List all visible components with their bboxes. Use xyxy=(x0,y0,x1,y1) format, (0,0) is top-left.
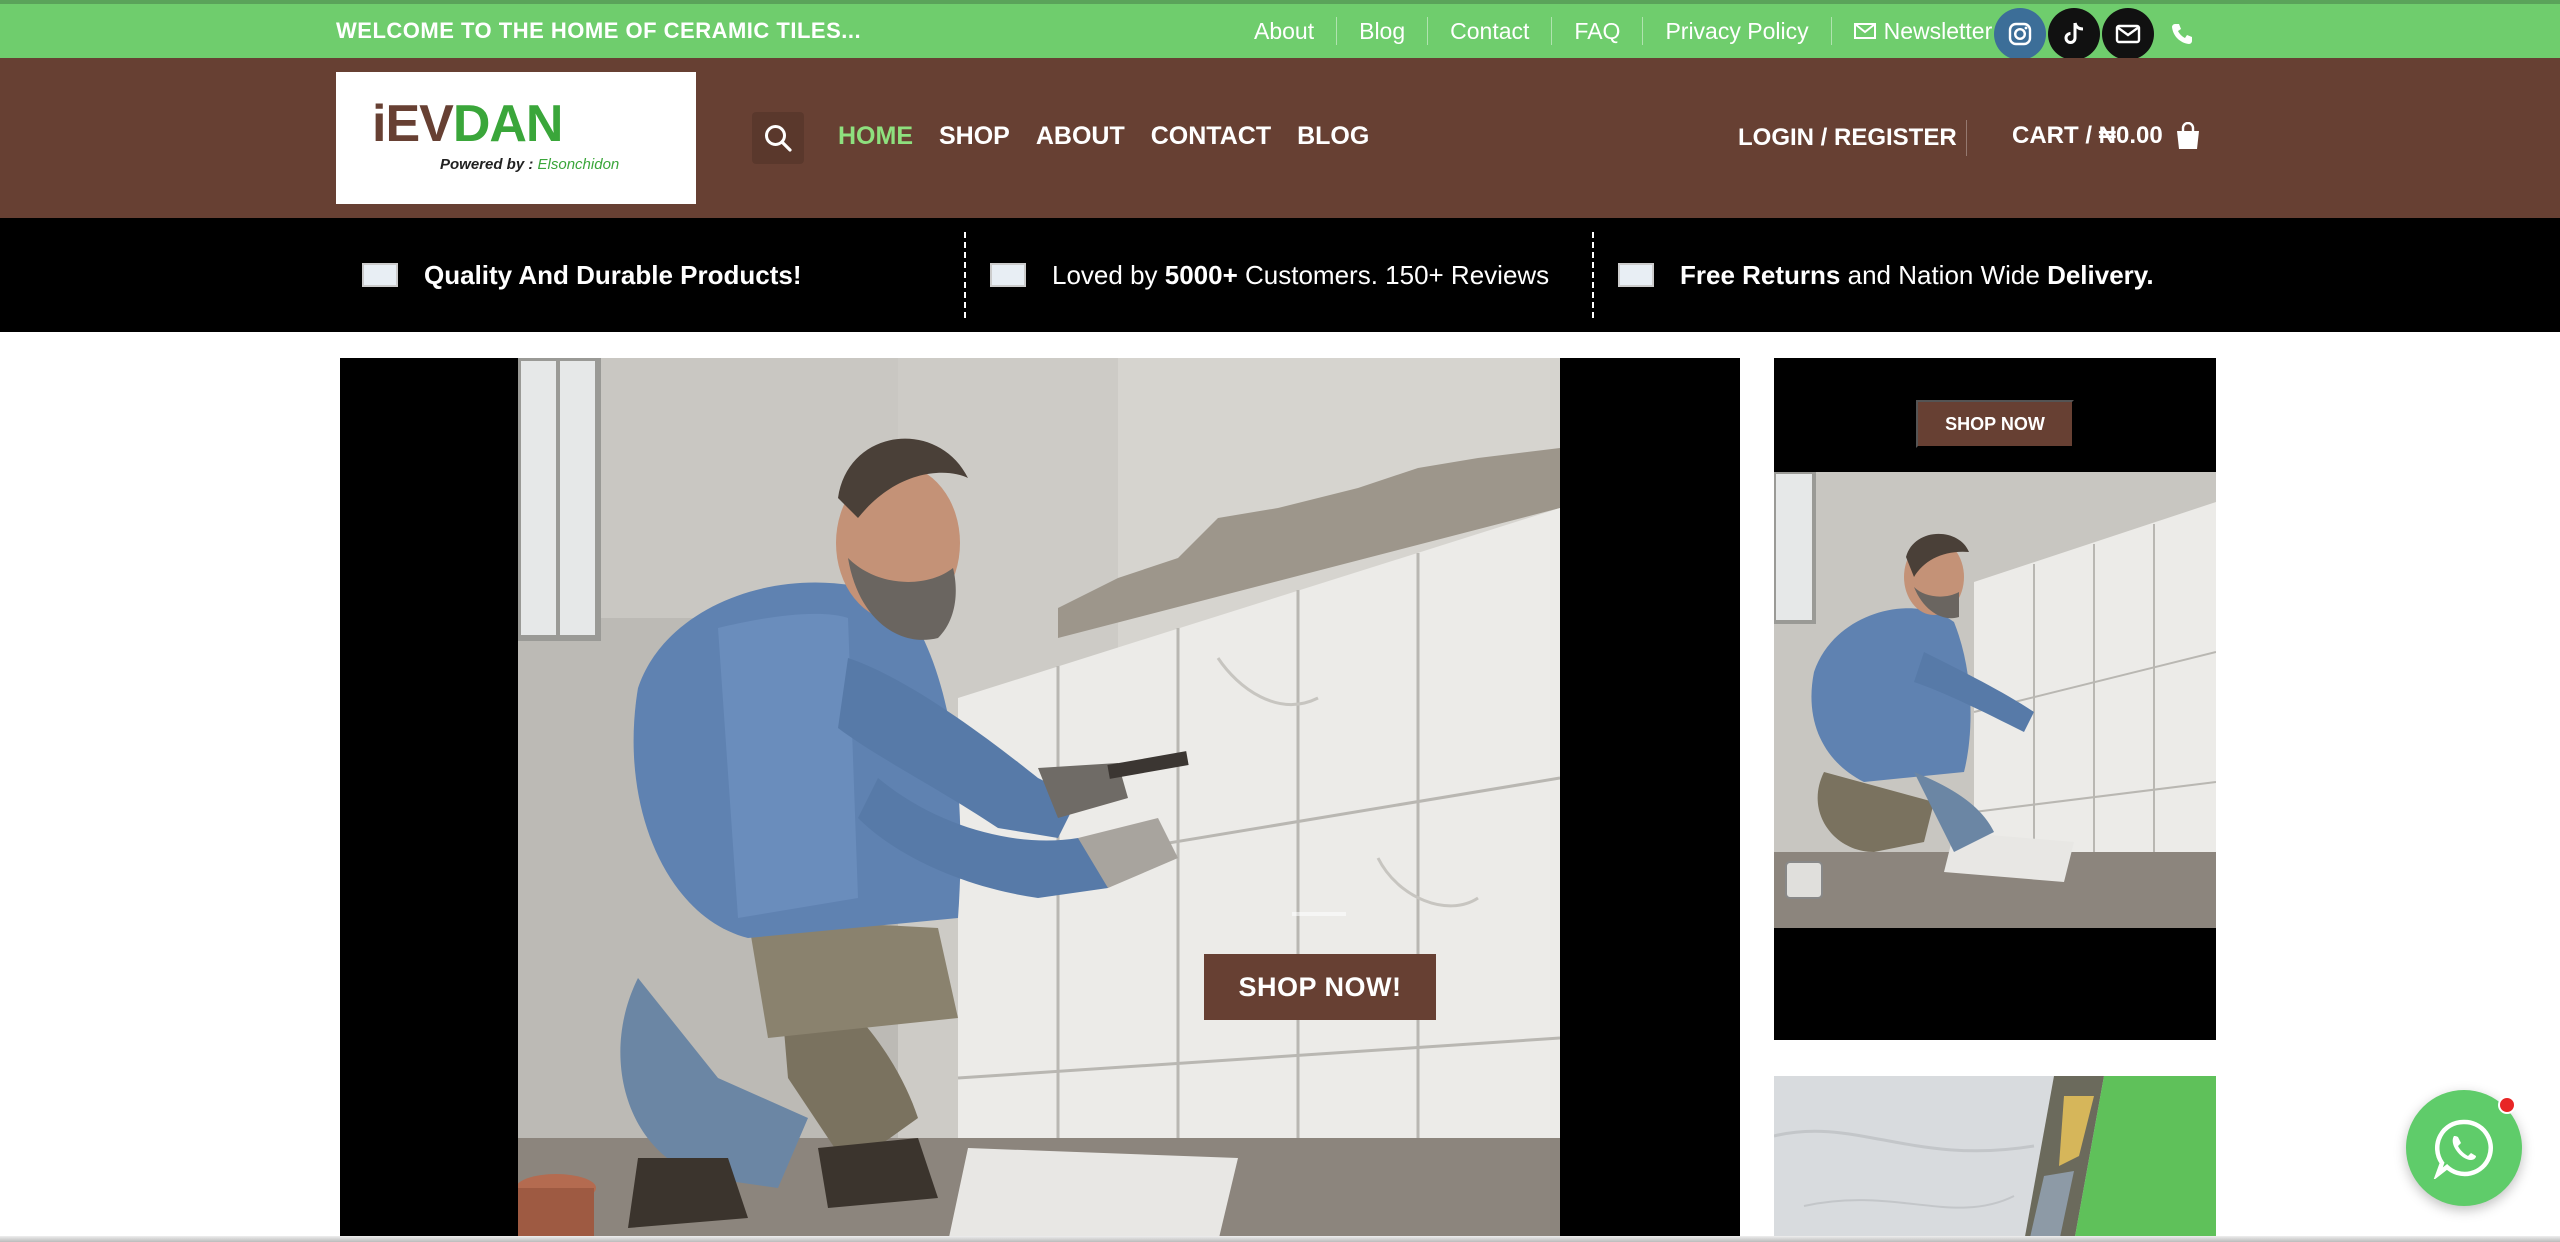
whatsapp-icon xyxy=(2433,1119,2493,1179)
hero-slider[interactable]: SHOP NOW! xyxy=(340,358,1740,1242)
nav-contact[interactable]: CONTACT xyxy=(1151,122,1271,151)
promo-divider xyxy=(964,232,966,318)
logo-tagline: Powered by : Elsonchidon xyxy=(440,156,619,173)
welcome-text: WELCOME TO THE HOME OF CERAMIC TILES... xyxy=(336,18,862,43)
promo-loved-text: Loved by 5000+ Customers. 150+ Reviews xyxy=(1052,260,1549,291)
promo-loved-pre: Loved by xyxy=(1052,259,1165,290)
promo-delivery-mid: and Nation Wide xyxy=(1840,259,2048,290)
promo-image-placeholder xyxy=(1618,263,1654,287)
top-link-privacy-policy[interactable]: Privacy Policy xyxy=(1642,17,1830,45)
promo-divider xyxy=(1592,232,1594,318)
nav-home[interactable]: HOME xyxy=(838,122,913,151)
header-divider xyxy=(1966,120,1967,156)
notification-badge xyxy=(2498,1096,2516,1114)
slider-indicator[interactable] xyxy=(1292,912,1346,916)
side-shop-now-button[interactable]: SHOP NOW xyxy=(1916,400,2074,448)
promo-strip: Quality And Durable Products! Loved by 5… xyxy=(0,218,2560,332)
top-link-blog[interactable]: Blog xyxy=(1336,17,1427,45)
login-register-link[interactable]: LOGIN / REGISTER xyxy=(1738,124,1957,152)
cart-label: CART / ₦0.00 xyxy=(2012,122,2163,149)
top-links: About Blog Contact FAQ Privacy Policy Ne… xyxy=(1232,4,2014,58)
logo-letter-i: i xyxy=(372,95,386,153)
newsletter-label: Newsletter xyxy=(1883,18,1993,44)
mail-icon[interactable] xyxy=(2102,8,2154,60)
promo-loved-count: 5000+ xyxy=(1164,259,1238,290)
hero-image-tiler xyxy=(518,358,1560,1242)
top-bar: WELCOME TO THE HOME OF CERAMIC TILES... … xyxy=(0,0,2560,60)
side-promo-card[interactable]: SHOP NOW xyxy=(1774,358,2216,1040)
bottom-edge xyxy=(0,1236,2560,1242)
promo-quality: Quality And Durable Products! xyxy=(362,218,802,332)
logo-letters-ev: EV xyxy=(385,95,453,153)
promo-delivery: Free Returns and Nation Wide Delivery. xyxy=(1618,218,2154,332)
side-image-tiler xyxy=(1774,472,2216,928)
site-logo[interactable]: iEVDAN Powered by : Elsonchidon xyxy=(336,72,696,204)
nav-blog[interactable]: BLOG xyxy=(1297,122,1369,151)
nav-about[interactable]: ABOUT xyxy=(1036,122,1125,151)
cart-link[interactable]: CART / ₦0.00 xyxy=(2012,122,2201,150)
promo-image-placeholder xyxy=(362,263,398,287)
promo-loved: Loved by 5000+ Customers. 150+ Reviews xyxy=(990,218,1549,332)
promo-delivery-text: Free Returns and Nation Wide Delivery. xyxy=(1680,260,2154,291)
top-link-contact[interactable]: Contact xyxy=(1427,17,1551,45)
top-link-newsletter[interactable]: Newsletter xyxy=(1830,17,2015,45)
main-nav: HOME SHOP ABOUT CONTACT BLOG xyxy=(838,122,1369,151)
side-promo-card-marble[interactable] xyxy=(1774,1076,2216,1242)
promo-free-returns: Free Returns xyxy=(1680,259,1841,290)
tiktok-icon[interactable] xyxy=(2048,8,2100,60)
logo-wordmark: iEVDAN xyxy=(372,94,563,154)
search-button[interactable] xyxy=(752,112,804,164)
main-header: iEVDAN Powered by : Elsonchidon HOME SHO… xyxy=(0,58,2560,218)
instagram-icon[interactable] xyxy=(1994,8,2046,60)
top-link-about[interactable]: About xyxy=(1232,17,1336,45)
promo-image-placeholder xyxy=(990,263,1026,287)
nav-shop[interactable]: SHOP xyxy=(939,122,1010,151)
top-link-faq[interactable]: FAQ xyxy=(1551,17,1642,45)
promo-delivery-word: Delivery. xyxy=(2047,259,2154,290)
shopping-bag-icon xyxy=(2176,122,2199,149)
logo-powered-name: Elsonchidon xyxy=(537,156,620,173)
envelope-icon xyxy=(1853,23,1876,39)
phone-icon[interactable] xyxy=(2156,8,2208,60)
logo-powered-by: Powered by : xyxy=(440,156,538,173)
promo-quality-text: Quality And Durable Products! xyxy=(424,259,802,290)
side-image-marble xyxy=(1774,1076,2216,1242)
promo-loved-post: Customers. 150+ Reviews xyxy=(1237,259,1550,290)
search-icon xyxy=(765,125,792,152)
hero-shop-now-button[interactable]: SHOP NOW! xyxy=(1204,954,1436,1020)
logo-letters-dan: DAN xyxy=(452,95,564,153)
social-links xyxy=(1994,8,2208,60)
